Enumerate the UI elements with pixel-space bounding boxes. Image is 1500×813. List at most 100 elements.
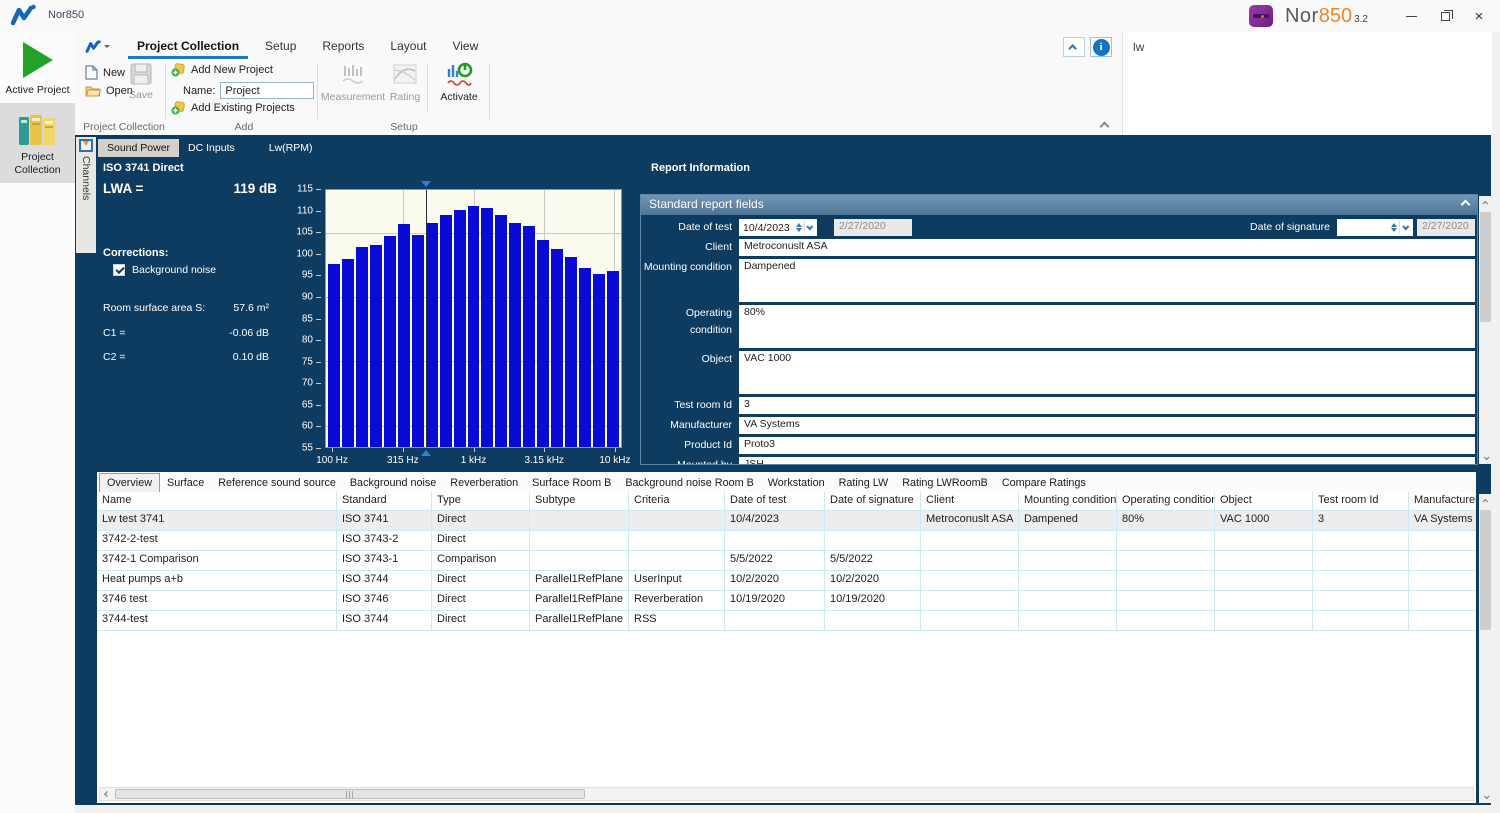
- date-of-signature-input[interactable]: [1337, 219, 1413, 236]
- results-tab[interactable]: Workstation: [761, 474, 832, 492]
- results-tab[interactable]: Surface: [160, 474, 211, 492]
- column-header[interactable]: Client: [921, 492, 1019, 511]
- measurement-button[interactable]: Measurement: [323, 62, 383, 103]
- report-scrollbar[interactable]: [1479, 196, 1492, 464]
- ribbon-tab[interactable]: Layout: [377, 34, 439, 59]
- minimize-button[interactable]: [1396, 3, 1426, 29]
- results-tab[interactable]: Reverberation: [443, 474, 525, 492]
- stat-value: 57.6 m²: [233, 302, 269, 314]
- table-cell: [1215, 591, 1313, 611]
- column-header[interactable]: Mounting condition: [1019, 492, 1117, 511]
- column-header[interactable]: Criteria: [629, 492, 725, 511]
- panel-tab[interactable]: Lw(RPM): [260, 139, 322, 157]
- report-field-input[interactable]: JSH: [739, 457, 1475, 465]
- chart-bar: [579, 268, 591, 447]
- results-tab[interactable]: Overview: [99, 473, 160, 492]
- report-field-input[interactable]: VAC 1000: [739, 351, 1475, 394]
- x-tick-label: 3.15 kHz: [524, 455, 563, 466]
- results-tab[interactable]: Background noise: [343, 474, 443, 492]
- activate-button[interactable]: Activate: [433, 62, 485, 103]
- project-name-input[interactable]: [220, 82, 314, 99]
- scroll-down-arrow-icon[interactable]: [1479, 451, 1492, 464]
- column-header[interactable]: Type: [432, 492, 530, 511]
- date-dropdown-chevron-icon[interactable]: [804, 220, 817, 235]
- scroll-up-arrow-icon[interactable]: [1479, 196, 1492, 209]
- date-of-test-input[interactable]: 10/4/2023: [739, 219, 817, 236]
- launcher-sidebar: Active Project Project Collection: [0, 32, 75, 813]
- cursor-marker-top-icon[interactable]: [421, 181, 431, 192]
- report-scrollbar-thumb[interactable]: [1480, 212, 1491, 322]
- column-header[interactable]: Date of test: [725, 492, 825, 511]
- standard-report-fields-header[interactable]: Standard report fields: [641, 195, 1477, 215]
- ribbon-tab[interactable]: Setup: [252, 34, 309, 59]
- table-row[interactable]: Heat pumps a+bISO 3744DirectParallel1Ref…: [97, 571, 1476, 591]
- scroll-left-arrow-icon[interactable]: [100, 788, 113, 800]
- section-collapse-chevron-icon[interactable]: [1461, 200, 1471, 210]
- date-spinner[interactable]: [794, 220, 804, 235]
- column-header[interactable]: Operating condition: [1117, 492, 1215, 511]
- ribbon-collapse-chevron-icon[interactable]: [1100, 122, 1110, 132]
- sidebar-item-active-project[interactable]: Active Project: [0, 32, 75, 103]
- sidebar-item-project-collection[interactable]: Project Collection: [0, 103, 75, 183]
- ribbon-tab[interactable]: Reports: [309, 34, 377, 59]
- table-scroll-up-arrow-icon[interactable]: [1479, 494, 1492, 507]
- table-row[interactable]: 3742-1 ComparisonISO 3743-1Comparison5/5…: [97, 551, 1476, 571]
- hscrollbar-thumb[interactable]: |||: [115, 789, 585, 799]
- panel-tab[interactable]: DC Inputs: [179, 139, 244, 157]
- report-field-input[interactable]: VA Systems: [739, 417, 1475, 434]
- report-field-input[interactable]: Metroconuslt ASA: [739, 239, 1475, 256]
- column-header[interactable]: Date of signature: [825, 492, 921, 511]
- ribbon-tab[interactable]: View: [439, 34, 491, 59]
- table-horizontal-scrollbar[interactable]: |||: [99, 787, 1474, 801]
- background-noise-checkbox[interactable]: [113, 264, 125, 276]
- chart-plot[interactable]: [325, 189, 622, 448]
- column-header[interactable]: Object: [1215, 492, 1313, 511]
- table-row[interactable]: 3744-testISO 3744DirectParallel1RefPlane…: [97, 611, 1476, 631]
- table-row[interactable]: Lw test 3741ISO 3741Direct10/4/2023Metro…: [97, 511, 1476, 531]
- table-cell: [1117, 531, 1215, 551]
- chart-cursor[interactable]: [426, 190, 427, 447]
- column-header[interactable]: Standard: [337, 492, 432, 511]
- channels-rail-tab[interactable]: Channels: [76, 137, 96, 253]
- column-header[interactable]: Subtype: [530, 492, 629, 511]
- report-field-input[interactable]: Dampened: [739, 259, 1475, 302]
- maximize-button[interactable]: [1430, 3, 1460, 29]
- results-tab[interactable]: Rating LWRoomB: [895, 474, 995, 492]
- panel-tab[interactable]: Sound Power: [98, 139, 179, 157]
- report-field-input[interactable]: 3: [739, 397, 1475, 414]
- report-field-input[interactable]: 80%: [739, 305, 1475, 348]
- y-tick-mark: [316, 232, 321, 233]
- restore-icon: [1441, 12, 1450, 21]
- results-tab[interactable]: Reference sound source: [211, 474, 343, 492]
- add-new-project-button[interactable]: Add New Project: [171, 63, 273, 77]
- column-header[interactable]: Manufacturer: [1409, 492, 1476, 511]
- column-header[interactable]: Name: [97, 492, 337, 511]
- table-vertical-scrollbar[interactable]: [1479, 494, 1492, 803]
- ribbon-collapse-button[interactable]: [1063, 37, 1085, 57]
- results-tab[interactable]: Compare Ratings: [995, 474, 1093, 492]
- signature-date-dropdown-chevron-icon[interactable]: [1399, 220, 1413, 235]
- report-field-input[interactable]: Proto3: [739, 437, 1475, 454]
- column-header[interactable]: Test room Id: [1313, 492, 1409, 511]
- cursor-marker-bottom-icon[interactable]: [421, 445, 431, 456]
- table-row[interactable]: 3746 testISO 3746DirectParallel1RefPlane…: [97, 591, 1476, 611]
- table-scroll-down-arrow-icon[interactable]: [1479, 790, 1492, 803]
- results-tab[interactable]: Surface Room B: [525, 474, 618, 492]
- table-scrollbar-thumb[interactable]: [1480, 510, 1491, 630]
- info-button[interactable]: i: [1090, 37, 1112, 57]
- signature-date-spinner[interactable]: [1388, 220, 1399, 235]
- rating-button[interactable]: Rating: [385, 62, 425, 103]
- results-tab[interactable]: Background noise Room B: [618, 474, 760, 492]
- minimize-icon: [1406, 16, 1417, 17]
- ribbon-tab[interactable]: Project Collection: [124, 34, 252, 59]
- table-cell: ISO 3743-2: [337, 531, 432, 551]
- save-button[interactable]: Save: [123, 62, 159, 101]
- ribbon-menu-button[interactable]: [85, 40, 110, 53]
- new-button[interactable]: New: [85, 65, 125, 80]
- add-existing-projects-button[interactable]: Add Existing Projects: [171, 101, 295, 115]
- table-row[interactable]: 3742-2-testISO 3743-2Direct: [97, 531, 1476, 551]
- ribbon: Project CollectionSetupReportsLayoutView…: [75, 32, 1122, 135]
- close-button[interactable]: ×: [1464, 3, 1494, 29]
- results-tab[interactable]: Rating LW: [832, 474, 896, 492]
- report-fields-body: Date of test 10/4/2023 2/27/2020 Date of…: [641, 215, 1477, 465]
